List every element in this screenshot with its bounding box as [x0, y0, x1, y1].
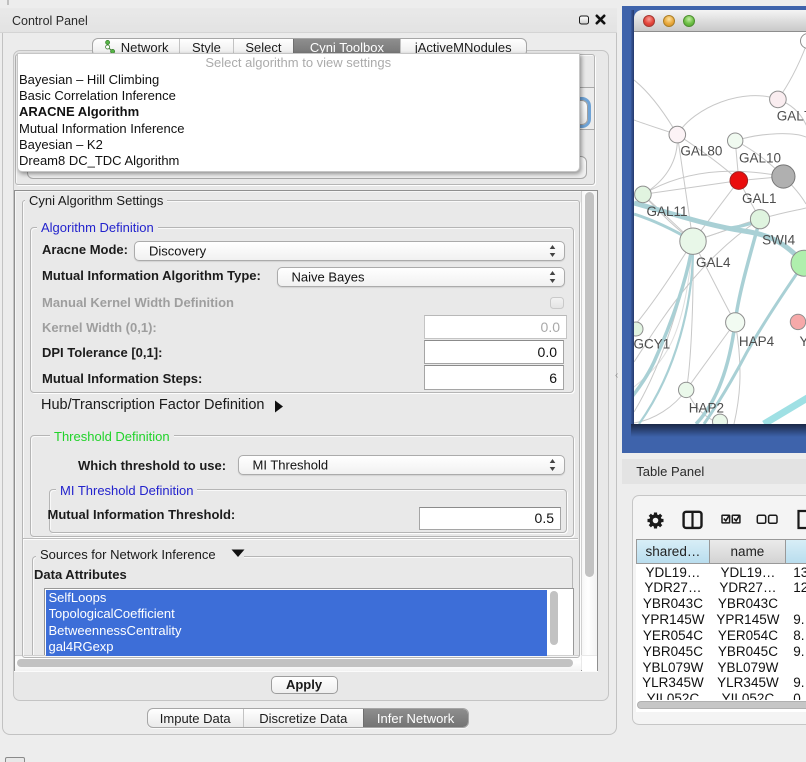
- svg-text:GCY1: GCY1: [634, 336, 670, 351]
- svg-text:GAL10: GAL10: [739, 150, 781, 165]
- svg-text:GAL80: GAL80: [680, 143, 722, 158]
- svg-text:GAL11: GAL11: [647, 203, 688, 218]
- svg-text:HAP2: HAP2: [689, 400, 724, 415]
- svg-text:GAL1: GAL1: [742, 190, 776, 205]
- svg-text:GAL4: GAL4: [696, 254, 731, 269]
- svg-text:Y: Y: [799, 334, 806, 349]
- svg-text:HAP4: HAP4: [739, 334, 775, 349]
- svg-text:GAL7: GAL7: [777, 108, 806, 123]
- svg-text:SWI4: SWI4: [762, 232, 795, 247]
